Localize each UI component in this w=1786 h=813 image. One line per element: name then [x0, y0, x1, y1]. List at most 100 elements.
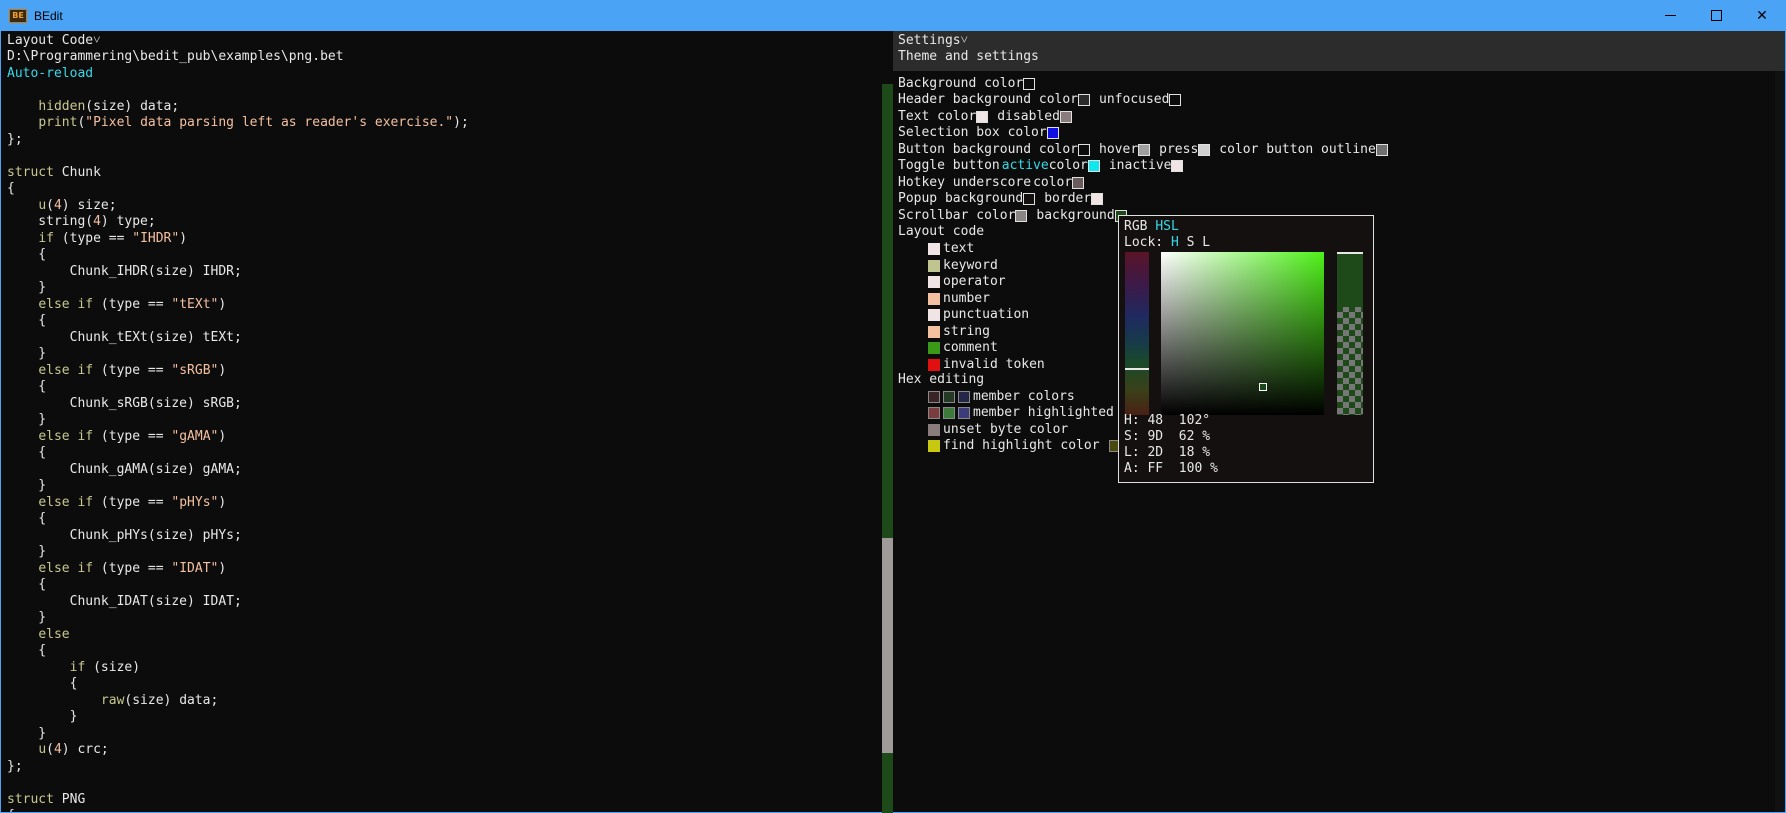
code-line[interactable]: Chunk_tEXt(size) tEXt; [7, 330, 469, 347]
color-button-outline-swatch[interactable] [1375, 144, 1388, 156]
hotkey-underscore-swatch[interactable] [1072, 177, 1085, 189]
code-line[interactable] [7, 148, 469, 165]
code-line[interactable]: }; [7, 132, 469, 149]
disabled-swatch[interactable] [1059, 111, 1072, 123]
code-line[interactable]: string(4) type; [7, 214, 469, 231]
code-line[interactable]: { [7, 313, 469, 330]
settings-menu[interactable]: Settings˅ [898, 33, 968, 49]
code-line[interactable]: { [7, 511, 469, 528]
code-line[interactable]: Chunk_IHDR(size) IHDR; [7, 264, 469, 281]
alpha-slider-handle[interactable] [1337, 252, 1363, 254]
code-line[interactable]: Chunk_sRGB(size) sRGB; [7, 396, 469, 413]
header-bg-swatch[interactable] [1078, 94, 1091, 106]
lock-l-toggle[interactable]: L [1202, 235, 1210, 250]
layout-color-swatch[interactable] [928, 276, 940, 288]
code-line[interactable]: u(4) size; [7, 198, 469, 215]
code-line[interactable]: { [7, 643, 469, 660]
mode-hsl-toggle[interactable]: HSL [1155, 219, 1178, 234]
background-color-swatch[interactable] [1023, 78, 1036, 90]
code-line[interactable]: { [7, 676, 469, 693]
member-color-1-swatch[interactable] [928, 391, 940, 403]
layout-code-menu[interactable]: Layout Code˅ [7, 33, 100, 49]
member-color-2-swatch[interactable] [943, 391, 955, 403]
code-line[interactable]: } [7, 280, 469, 297]
code-line[interactable]: { [7, 379, 469, 396]
auto-reload-toggle[interactable]: Auto-reload [7, 66, 93, 82]
text-color-swatch[interactable] [976, 111, 989, 123]
saturation-lightness-handle[interactable] [1259, 383, 1267, 391]
code-line[interactable]: } [7, 726, 469, 743]
settings-scrollbar[interactable] [1775, 71, 1785, 812]
code-line[interactable]: }; [7, 759, 469, 776]
popup-border-swatch[interactable] [1091, 193, 1104, 205]
code-line[interactable]: struct Chunk [7, 165, 469, 182]
code-line[interactable]: else if (type == "tEXt") [7, 297, 469, 314]
saturation-lightness-area[interactable] [1161, 252, 1324, 415]
code-line[interactable]: } [7, 346, 469, 363]
code-line[interactable]: else if (type == "sRGB") [7, 363, 469, 380]
code-line[interactable]: { [7, 577, 469, 594]
code-line[interactable]: { [7, 445, 469, 462]
unfocused-swatch[interactable] [1169, 94, 1182, 106]
code-line[interactable]: } [7, 544, 469, 561]
selection-box-swatch[interactable] [1046, 127, 1059, 139]
code-line[interactable]: } [7, 709, 469, 726]
code-line[interactable] [7, 775, 469, 792]
lock-h-toggle[interactable]: H [1171, 235, 1179, 250]
code-line[interactable]: Chunk_gAMA(size) gAMA; [7, 462, 469, 479]
alpha-slider[interactable] [1337, 252, 1363, 415]
code-line[interactable]: { [7, 808, 469, 812]
code-line[interactable]: if (size) [7, 660, 469, 677]
code-line[interactable]: Chunk_IDAT(size) IDAT; [7, 594, 469, 611]
member-highlighted-2-swatch[interactable] [943, 407, 955, 419]
layout-color-swatch[interactable] [928, 342, 940, 354]
code-line[interactable]: } [7, 412, 469, 429]
popup-bg-swatch[interactable] [1023, 193, 1036, 205]
inactive-swatch[interactable] [1171, 160, 1184, 172]
saturation-value[interactable]: S: 9D 62 % [1124, 429, 1210, 445]
code-editor[interactable]: hidden(size) data; print("Pixel data par… [7, 82, 469, 813]
layout-color-swatch[interactable] [928, 243, 940, 255]
hue-slider-handle[interactable] [1125, 368, 1149, 370]
code-line[interactable]: else if (type == "IDAT") [7, 561, 469, 578]
toggle-active-label[interactable]: active [1002, 158, 1049, 174]
code-scrollbar[interactable] [882, 84, 893, 813]
alpha-value[interactable]: A: FF 100 % [1124, 461, 1218, 477]
button-bg-swatch[interactable] [1078, 144, 1091, 156]
layout-code-pane[interactable]: Layout Code˅ D:\Programmering\bedit_pub\… [1, 31, 883, 812]
layout-color-swatch[interactable] [928, 358, 940, 371]
code-line[interactable]: raw(size) data; [7, 693, 469, 710]
layout-color-swatch[interactable] [928, 325, 940, 338]
press-swatch[interactable] [1198, 144, 1211, 156]
code-line[interactable]: } [7, 478, 469, 495]
code-line[interactable] [7, 82, 469, 99]
hue-value[interactable]: H: 48 102° [1124, 413, 1210, 429]
code-line[interactable]: else if (type == "pHYs") [7, 495, 469, 512]
code-line[interactable]: if (type == "IHDR") [7, 231, 469, 248]
unset-byte-swatch[interactable] [928, 424, 940, 436]
layout-color-swatch[interactable] [928, 309, 940, 321]
code-line[interactable]: print("Pixel data parsing left as reader… [7, 115, 468, 132]
code-line[interactable]: hidden(size) data; [7, 99, 469, 116]
lock-s-toggle[interactable]: S [1187, 235, 1195, 250]
mode-rgb-toggle[interactable]: RGB [1124, 219, 1147, 234]
layout-color-swatch[interactable] [928, 259, 940, 272]
code-line[interactable]: { [7, 181, 469, 198]
maximize-button[interactable] [1693, 0, 1739, 31]
member-highlighted-3-swatch[interactable] [958, 407, 970, 419]
code-scrollbar-thumb[interactable] [882, 538, 893, 753]
code-line[interactable]: { [7, 247, 469, 264]
code-line[interactable]: u(4) crc; [7, 742, 469, 759]
find-highlight-swatch[interactable] [928, 440, 940, 452]
hue-slider[interactable] [1125, 252, 1149, 415]
code-line[interactable]: Chunk_pHYs(size) pHYs; [7, 528, 469, 545]
close-button[interactable]: ✕ [1739, 0, 1785, 31]
code-line[interactable]: else if (type == "gAMA") [7, 429, 469, 446]
member-color-3-swatch[interactable] [958, 391, 970, 403]
member-highlighted-1-swatch[interactable] [928, 407, 940, 419]
toggle-active-swatch[interactable] [1087, 160, 1100, 172]
layout-color-swatch[interactable] [928, 292, 940, 305]
hover-swatch[interactable] [1138, 144, 1151, 156]
scrollbar-color-swatch[interactable] [1015, 210, 1028, 222]
minimize-button[interactable] [1647, 0, 1693, 31]
